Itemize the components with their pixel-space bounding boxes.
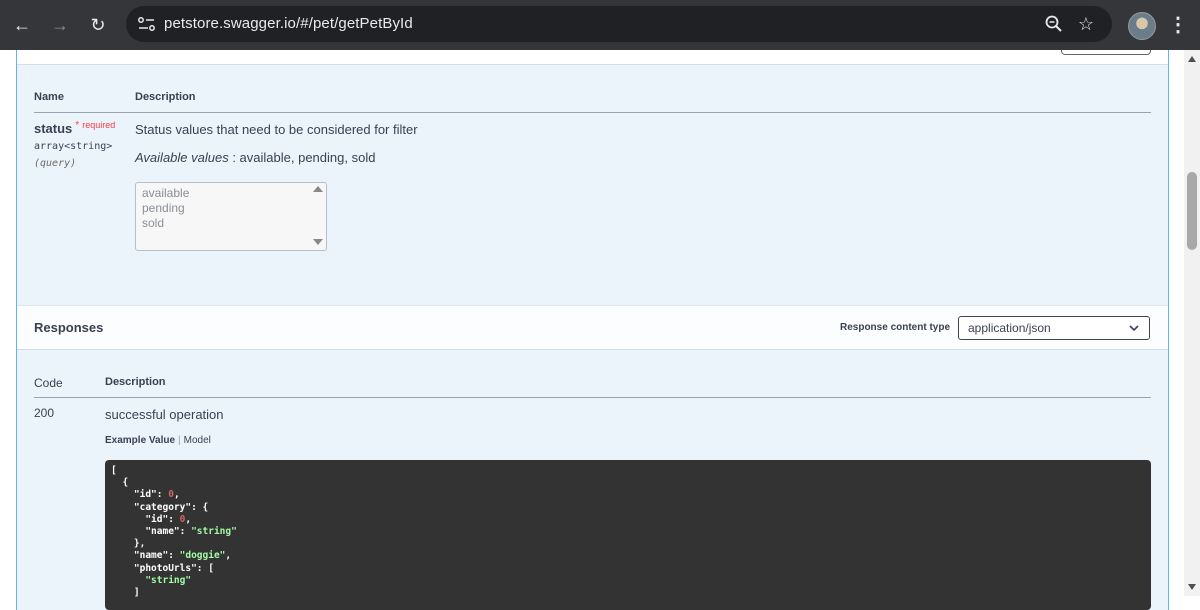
- listbox-scroll-down-icon[interactable]: [313, 239, 323, 245]
- json-line: "id": 0,: [111, 513, 192, 525]
- response-content-type-value: application/json: [968, 321, 1051, 335]
- param-col-name-header: Name: [34, 91, 64, 103]
- json-line: "name": "doggie",: [111, 550, 232, 562]
- param-location: (query): [34, 158, 77, 169]
- response-description: successful operation: [105, 407, 224, 422]
- scroll-down-icon[interactable]: [1188, 584, 1196, 590]
- tab-model[interactable]: Model: [184, 435, 211, 446]
- required-label: required: [82, 120, 116, 130]
- operation-block: Name Description status * required array<s…: [16, 50, 1169, 610]
- response-col-description-header: Description: [105, 376, 166, 388]
- response-header-divider: [34, 397, 1151, 398]
- try-it-out-button[interactable]: [1061, 50, 1151, 55]
- json-line: [: [111, 465, 117, 476]
- operation-header-edge: [17, 50, 1168, 65]
- status-option[interactable]: sold: [136, 216, 326, 231]
- response-code: 200: [34, 406, 55, 420]
- json-line: "name": "string": [111, 526, 237, 538]
- listbox-scroll-up-icon[interactable]: [313, 186, 323, 192]
- example-model-tabs: Example Value | Model: [105, 435, 211, 446]
- required-star: *: [75, 120, 80, 131]
- bookmark-star-icon[interactable]: ☆: [1076, 14, 1096, 34]
- available-values-list: : available, pending, sold: [228, 150, 376, 165]
- param-name-text: status: [34, 121, 73, 136]
- json-line: "photoUrls": [: [111, 562, 214, 574]
- site-info-icon[interactable]: [136, 14, 158, 34]
- profile-avatar[interactable]: [1128, 12, 1156, 40]
- address-bar[interactable]: petstore.swagger.io/#/pet/getPetById ☆: [126, 6, 1112, 42]
- status-option[interactable]: pending: [136, 201, 326, 216]
- responses-header: Responses Response content type applicat…: [17, 305, 1168, 350]
- back-icon[interactable]: ←: [10, 13, 34, 37]
- json-line: "string": [145, 574, 192, 586]
- example-json: [ { "id": 0, "category": { "id": 0, "nam…: [105, 460, 1151, 599]
- available-values-label: Available values: [135, 150, 229, 165]
- url-text[interactable]: petstore.swagger.io/#/pet/getPetById: [164, 15, 413, 32]
- json-line: "id": 0,: [111, 489, 180, 501]
- browser-menu-icon[interactable]: ⋮: [1168, 12, 1188, 38]
- scroll-up-icon[interactable]: [1188, 56, 1196, 62]
- json-line: },: [111, 538, 146, 550]
- json-line: "category": {: [111, 501, 209, 513]
- status-option[interactable]: available: [136, 186, 326, 201]
- param-description: Status values that need to be considered…: [135, 122, 418, 137]
- chevron-down-icon: [1129, 325, 1139, 332]
- json-line: {: [111, 477, 129, 489]
- scrollbar-thumb[interactable]: [1187, 172, 1197, 250]
- page-content: Name Description status * required array<s…: [0, 50, 1184, 610]
- param-col-description-header: Description: [135, 91, 196, 103]
- response-col-code-header: Code: [34, 376, 63, 390]
- page-scrollbar[interactable]: [1184, 50, 1200, 596]
- param-available-values: Available values : available, pending, s…: [135, 150, 375, 165]
- example-value-code[interactable]: [ { "id": 0, "category": { "id": 0, "nam…: [105, 460, 1151, 610]
- param-type: array<string>: [34, 141, 113, 152]
- forward-icon[interactable]: →: [48, 13, 72, 37]
- responses-title: Responses: [34, 320, 104, 335]
- browser-toolbar: ← → ↻ petstore.swagger.io/#/pet/getPetBy…: [0, 0, 1200, 50]
- json-line: ]: [111, 587, 140, 599]
- zoom-icon[interactable]: [1044, 14, 1064, 34]
- response-content-type-select[interactable]: application/json: [958, 316, 1150, 340]
- reload-icon[interactable]: ↻: [86, 13, 110, 37]
- param-name: status * required: [34, 120, 116, 136]
- tab-example-value[interactable]: Example Value: [105, 435, 175, 446]
- param-header-divider: [34, 112, 1151, 113]
- tab-separator: |: [178, 435, 181, 446]
- status-multiselect[interactable]: available pending sold: [135, 182, 327, 251]
- response-content-type-label: Response content type: [840, 322, 951, 333]
